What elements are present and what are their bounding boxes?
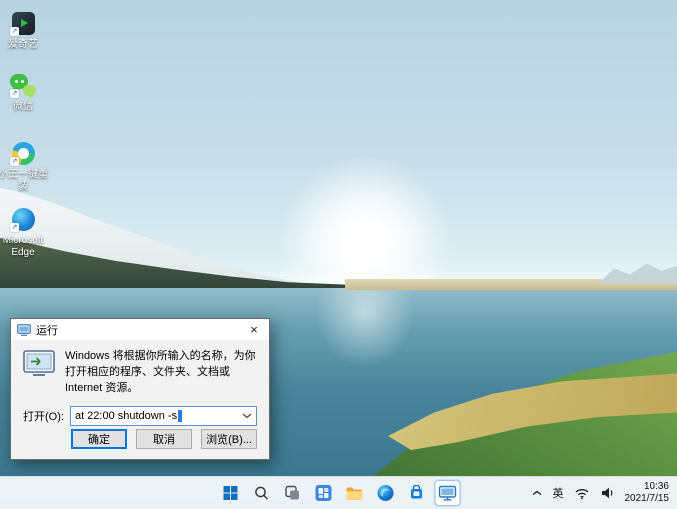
windows-logo-icon bbox=[223, 486, 237, 500]
run-description: Windows 将根据你所输入的名称，为你打开相应的程序、文件夹、文档或 Int… bbox=[65, 350, 256, 394]
run-dialog-body: Windows 将根据你所输入的名称，为你打开相应的程序、文件夹、文档或 Int… bbox=[11, 340, 269, 459]
run-command-combobox[interactable]: at 22:00 shutdown -s bbox=[69, 405, 257, 426]
desktop-icon-system-reinstall[interactable]: ↗ 小王一键重装 bbox=[0, 140, 51, 193]
edge-button[interactable] bbox=[372, 480, 398, 506]
desktop-icon-label: Microsoft Edge bbox=[2, 235, 44, 258]
widgets-button[interactable] bbox=[310, 480, 336, 506]
desktop: ↗ 爱奇艺 ↗ 微信 ↗ 小王一键重装 ↗ Microsoft Edge 运行 … bbox=[0, 0, 677, 509]
clock[interactable]: 10:36 2021/7/15 bbox=[623, 480, 672, 506]
search-icon bbox=[254, 486, 268, 500]
desktop-icon-edge[interactable]: ↗ Microsoft Edge bbox=[0, 206, 51, 259]
desktop-icon-wechat[interactable]: ↗ 微信 bbox=[0, 72, 51, 113]
desktop-icon-label: 小王一键重装 bbox=[0, 169, 48, 192]
taskbar-tray: 英 10:36 2021/7/15 bbox=[529, 477, 674, 509]
run-dialog-title: 运行 bbox=[36, 324, 58, 337]
run-dialog-titlebar[interactable]: 运行 × bbox=[11, 319, 269, 340]
system-reinstall-icon: ↗ bbox=[10, 140, 36, 166]
desktop-icon-label: 微信 bbox=[13, 101, 33, 112]
close-icon: × bbox=[250, 322, 258, 337]
wechat-icon: ↗ bbox=[10, 72, 36, 98]
run-dialog: 运行 × Windows 将根据你所输入的名称，为你打开相应的程序、文件夹、文档… bbox=[10, 318, 270, 460]
browse-button[interactable]: 浏览(B)... bbox=[201, 429, 257, 449]
wechat-eyes bbox=[15, 80, 18, 83]
file-explorer-button[interactable] bbox=[341, 480, 367, 506]
edge-icon: ↗ bbox=[10, 206, 36, 232]
close-button[interactable]: × bbox=[239, 319, 269, 340]
run-window-icon bbox=[438, 485, 456, 501]
ime-indicator[interactable]: 英 bbox=[551, 480, 566, 506]
volume-button[interactable] bbox=[598, 480, 617, 506]
iqiyi-icon: ↗ bbox=[10, 10, 36, 36]
task-view-icon bbox=[284, 485, 299, 500]
cancel-button[interactable]: 取消 bbox=[136, 429, 192, 449]
tray-overflow-button[interactable] bbox=[529, 480, 545, 506]
speaker-icon bbox=[601, 487, 612, 499]
chevron-down-icon bbox=[242, 413, 252, 419]
ok-button[interactable]: 确定 bbox=[71, 429, 127, 449]
network-button[interactable] bbox=[572, 480, 592, 506]
combobox-dropdown-button[interactable] bbox=[240, 407, 254, 425]
chevron-up-icon bbox=[532, 490, 541, 496]
tray-time: 10:36 bbox=[643, 480, 669, 492]
tray-date: 2021/7/15 bbox=[624, 493, 670, 504]
store-button[interactable] bbox=[403, 480, 429, 506]
folder-icon bbox=[346, 487, 362, 500]
widgets-icon bbox=[315, 485, 331, 501]
shortcut-arrow-icon: ↗ bbox=[10, 89, 19, 98]
search-button[interactable] bbox=[248, 480, 274, 506]
wifi-icon bbox=[575, 489, 588, 500]
text-caret bbox=[178, 409, 183, 422]
store-icon bbox=[410, 485, 422, 499]
run-dialog-icon bbox=[17, 323, 31, 336]
edge-icon bbox=[377, 485, 393, 501]
wallpaper-sun-reflection bbox=[315, 288, 415, 368]
run-icon bbox=[23, 350, 55, 376]
wechat-bubble-small bbox=[23, 85, 36, 96]
taskbar: 英 10:36 2021/7/15 bbox=[0, 476, 677, 509]
desktop-icon-iqiyi[interactable]: ↗ 爱奇艺 bbox=[0, 10, 51, 51]
shortcut-arrow-icon: ↗ bbox=[10, 223, 19, 232]
run-command-value: at 22:00 shutdown -s bbox=[74, 409, 178, 422]
play-icon bbox=[20, 19, 28, 27]
shortcut-arrow-icon: ↗ bbox=[10, 27, 19, 36]
taskbar-center-icons bbox=[217, 477, 460, 509]
run-taskbar-button[interactable] bbox=[434, 480, 460, 506]
desktop-icon-label: 爱奇艺 bbox=[8, 39, 38, 50]
task-view-button[interactable] bbox=[279, 480, 305, 506]
start-button[interactable] bbox=[217, 480, 243, 506]
shortcut-arrow-icon: ↗ bbox=[10, 157, 19, 166]
open-label: 打开(O): bbox=[23, 410, 64, 423]
